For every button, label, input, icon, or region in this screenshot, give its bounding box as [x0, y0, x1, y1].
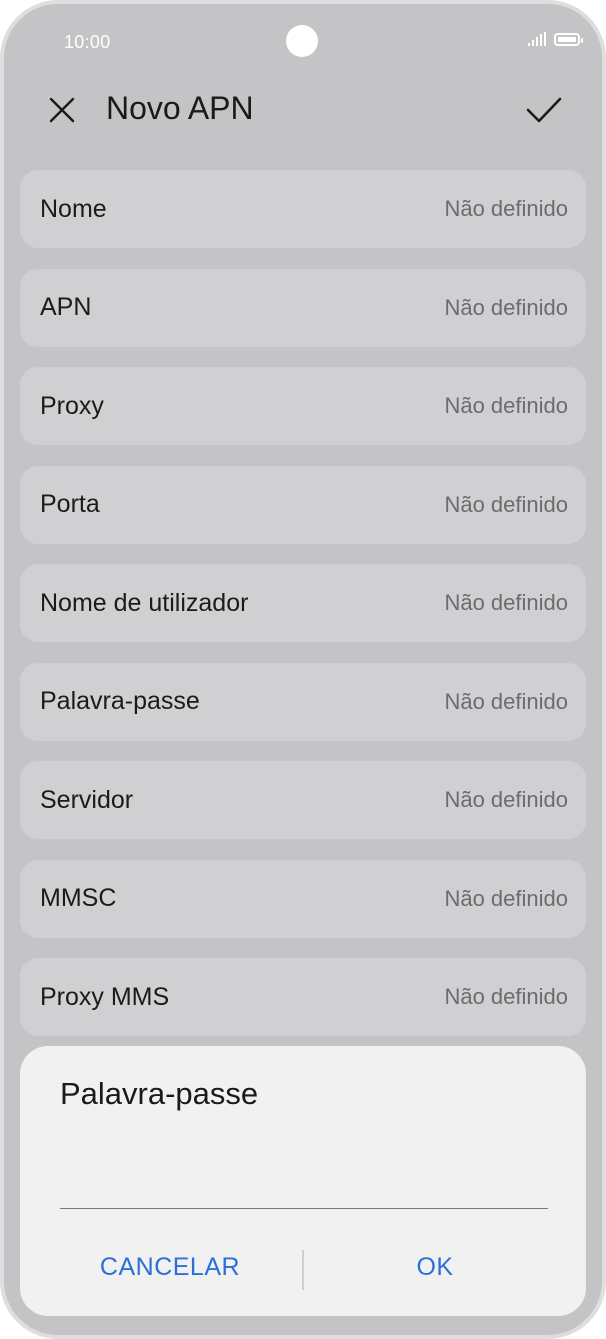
cancel-button[interactable]: CANCELAR — [20, 1242, 320, 1292]
setting-row-proxy[interactable]: Proxy Não definido — [20, 367, 586, 445]
setting-row-porta[interactable]: Porta Não definido — [20, 465, 586, 544]
battery-icon — [554, 32, 583, 46]
setting-value: Não definido — [444, 885, 568, 911]
setting-value: Não definido — [444, 590, 568, 615]
setting-label: Proxy — [40, 391, 104, 420]
setting-row-mms-proxy[interactable]: Proxy MMS Não definido — [20, 958, 586, 1036]
close-button[interactable] — [42, 90, 82, 130]
setting-label: Servidor — [40, 785, 134, 814]
setting-value: Não definido — [444, 984, 568, 1009]
setting-label: APN — [40, 293, 92, 321]
app-bar: Novo APN — [4, 76, 602, 142]
setting-label: Nome — [40, 194, 107, 223]
setting-label: Nome de utilizador — [40, 588, 249, 617]
dialog-actions: CANCELAR OK — [20, 1242, 586, 1292]
setting-row-nome[interactable]: Nome Não definido — [20, 170, 586, 248]
setting-row-password[interactable]: Palavra-passe Não definido — [20, 662, 586, 741]
setting-value: Não definido — [444, 491, 568, 517]
setting-row-apn[interactable]: APN Não definido — [20, 268, 586, 347]
check-icon — [526, 97, 562, 123]
ok-button[interactable]: OK — [304, 1242, 566, 1292]
setting-value: Não definido — [444, 196, 568, 221]
setting-row-server[interactable]: Servidor Não definido — [20, 761, 586, 839]
password-dialog: Palavra-passe CANCELAR OK — [20, 1046, 586, 1316]
setting-value: Não definido — [444, 393, 568, 418]
setting-label: Proxy MMS — [40, 982, 170, 1011]
setting-label: Palavra-passe — [40, 687, 200, 715]
setting-value: Não definido — [444, 688, 568, 714]
page-title: Novo APN — [106, 90, 254, 126]
phone-frame: 10:00 Novo APN Nome Não definido APN Não… — [0, 0, 606, 1339]
status-bar: 10:00 — [4, 4, 602, 84]
close-icon — [49, 97, 75, 123]
setting-label: MMSC — [40, 884, 117, 912]
front-camera — [286, 25, 318, 57]
apn-settings-list: Nome Não definido APN Não definido Proxy… — [20, 170, 586, 1057]
password-input[interactable] — [60, 1164, 548, 1209]
status-time: 10:00 — [64, 32, 111, 52]
setting-value: Não definido — [444, 294, 568, 320]
setting-value: Não definido — [444, 787, 568, 812]
dialog-title: Palavra-passe — [60, 1076, 259, 1111]
setting-row-username[interactable]: Nome de utilizador Não definido — [20, 564, 586, 642]
setting-label: Porta — [40, 490, 100, 518]
confirm-button[interactable] — [522, 88, 566, 132]
status-icons — [528, 32, 583, 46]
setting-row-mmsc[interactable]: MMSC Não definido — [20, 859, 586, 938]
signal-icon — [528, 32, 546, 46]
